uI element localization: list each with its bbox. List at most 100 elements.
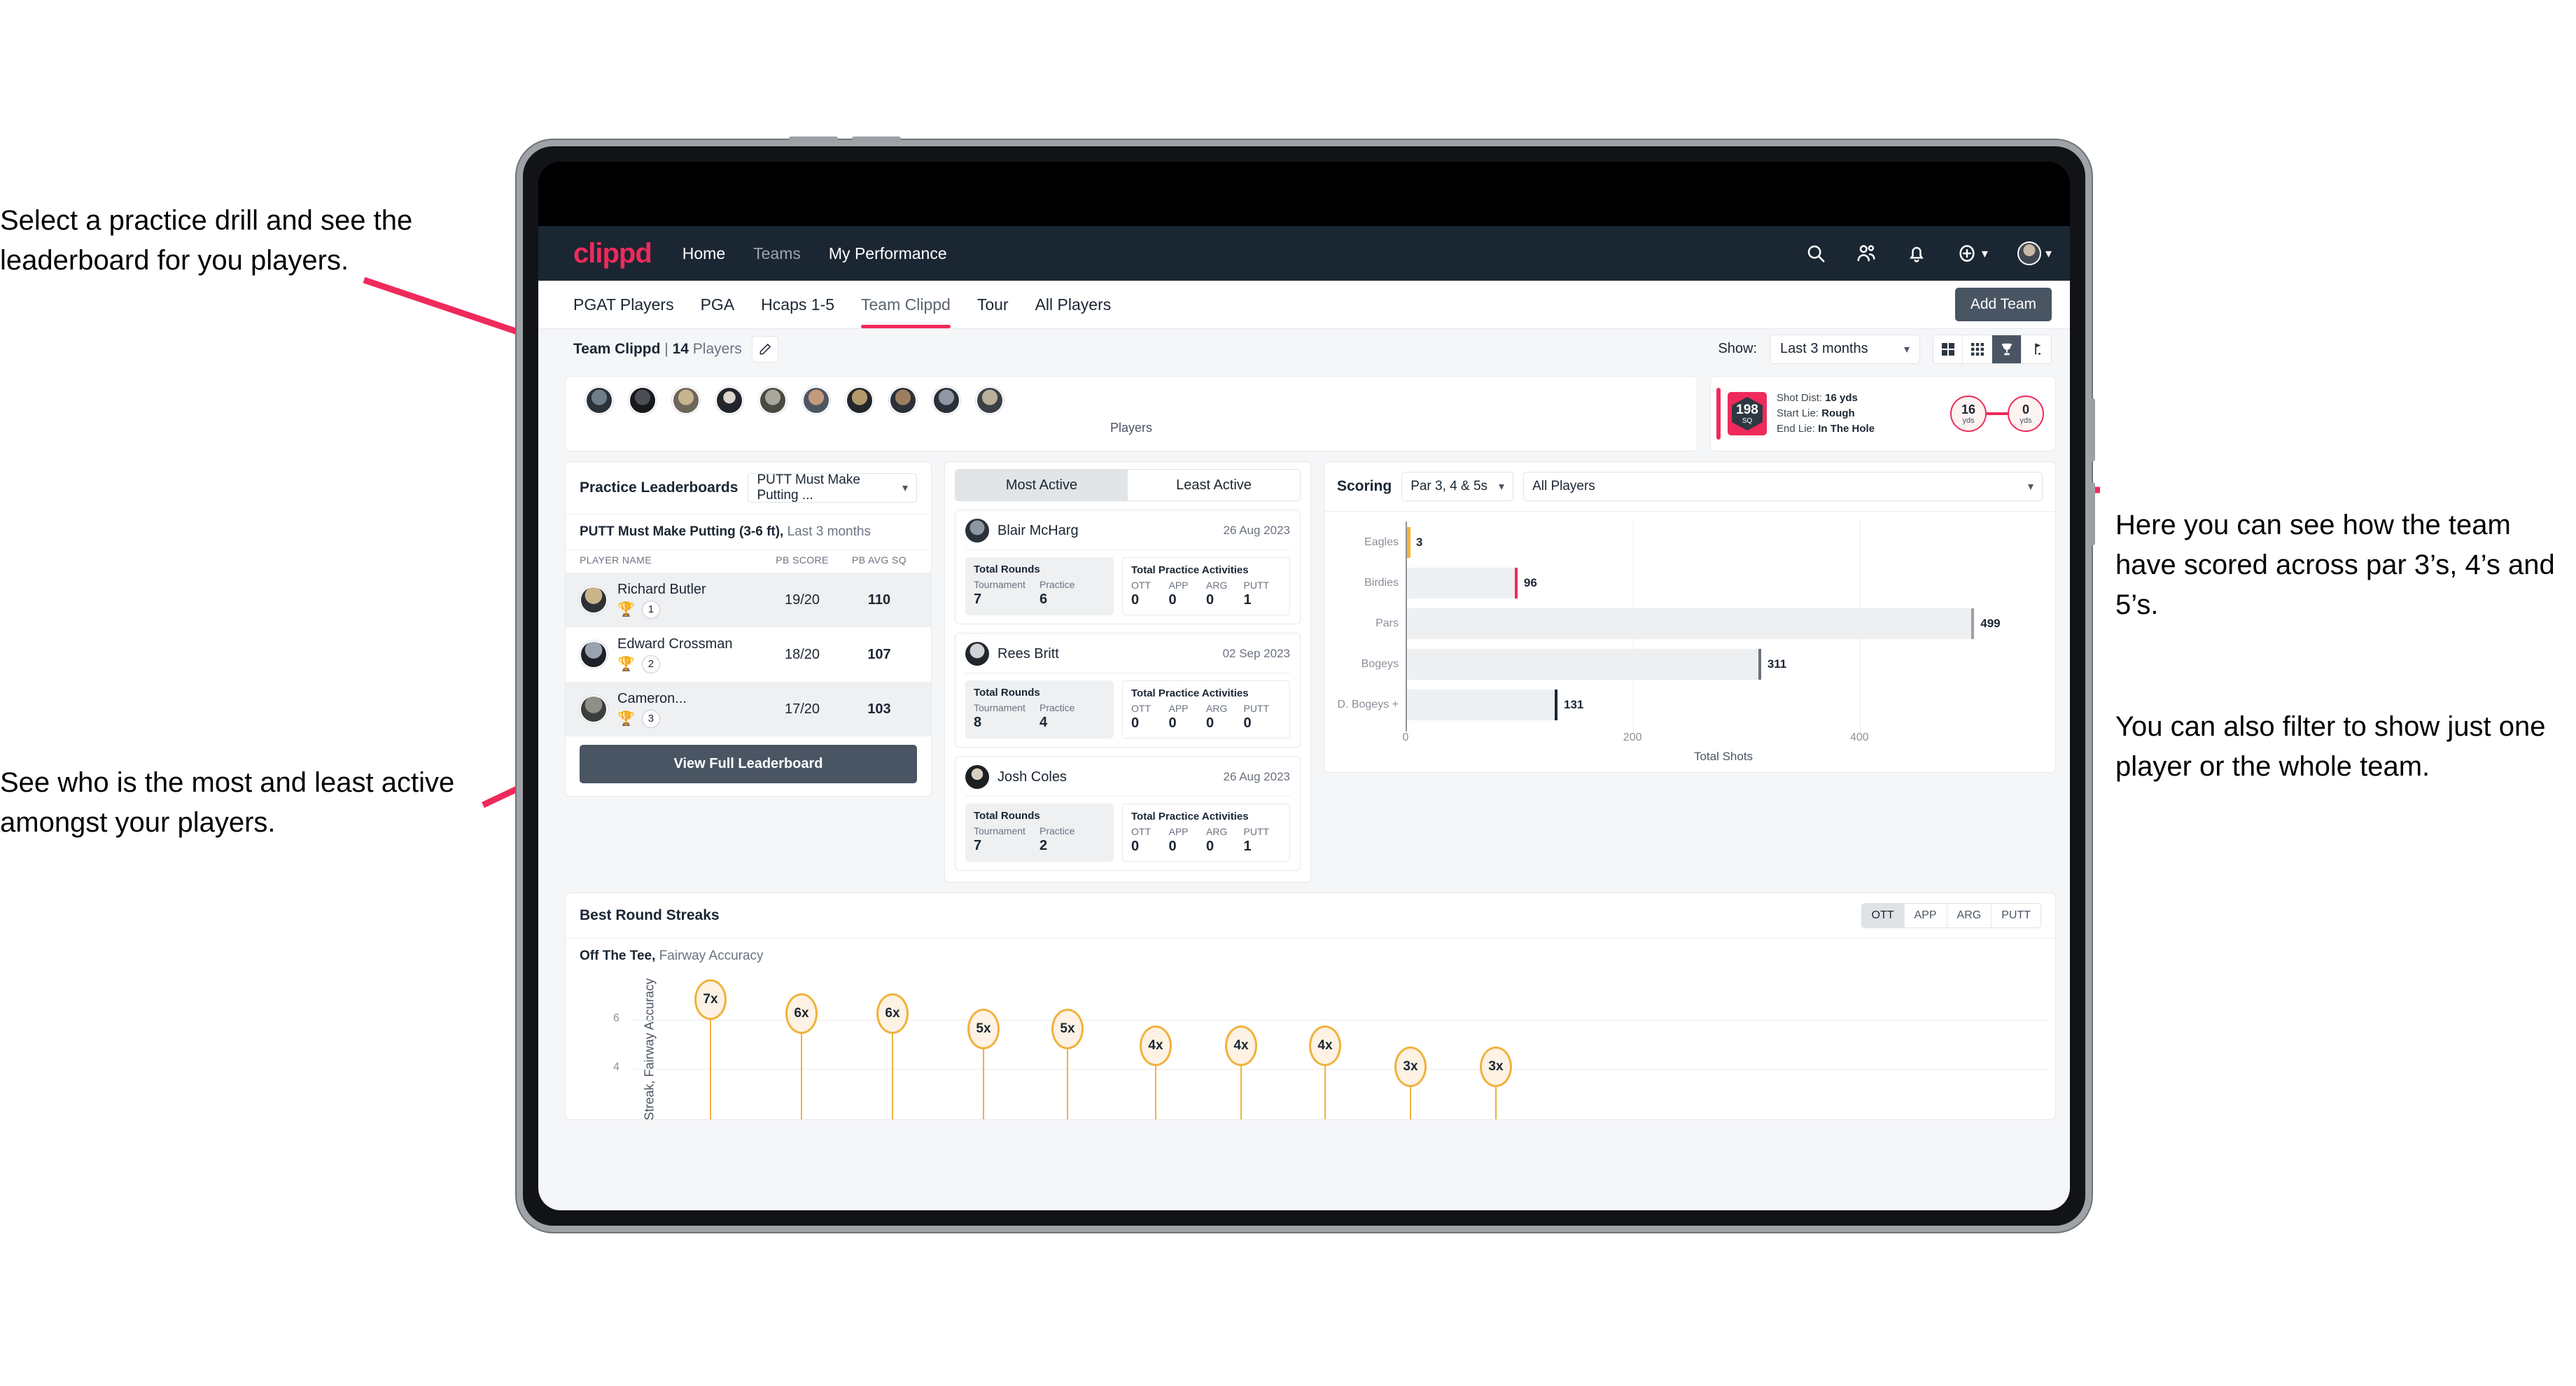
list-item[interactable]: Josh Coles 26 Aug 2023 Total Rounds Tour… <box>955 756 1301 871</box>
streak-marker[interactable]: 4x <box>1225 1026 1257 1119</box>
app-label: APP <box>1168 703 1189 714</box>
flag-view-button[interactable] <box>2022 335 2051 363</box>
add-team-button[interactable]: Add Team <box>1954 288 2052 321</box>
tab-least-active[interactable]: Least Active <box>1128 470 1300 500</box>
avatar[interactable] <box>976 386 1004 414</box>
avatar[interactable] <box>2017 241 2041 265</box>
segment-app[interactable]: APP <box>1905 904 1947 927</box>
leaderboard-player-cell: Cameron... 🏆 3 <box>617 691 763 728</box>
scoring-header: Scoring Par 3, 4 & 5s ▾ All Players ▾ <box>1324 462 2055 511</box>
avatar[interactable] <box>672 386 700 414</box>
streak-marker[interactable]: 4x <box>1309 1026 1341 1119</box>
avatar[interactable] <box>889 386 917 414</box>
avatar <box>965 642 989 666</box>
avatar[interactable] <box>932 386 960 414</box>
tab-pgat-players[interactable]: PGAT Players <box>573 281 674 328</box>
top-cards-row: Players 198 SQ Shot Dist: 16 yds Start L… <box>565 376 2056 451</box>
nav-link-teams[interactable]: Teams <box>753 244 801 263</box>
streak-marker[interactable]: 4x <box>1140 1026 1172 1119</box>
profile-menu[interactable]: ▾ <box>2017 241 2052 265</box>
chevron-down-icon[interactable]: ▾ <box>1982 246 1988 261</box>
players-avatar-list <box>566 382 1697 414</box>
bar-cap-double-bogeys <box>1555 690 1558 720</box>
scoring-title: Scoring <box>1337 478 1392 494</box>
list-item[interactable]: Rees Britt 02 Sep 2023 Total Rounds Tour… <box>955 633 1301 748</box>
total-activities-title: Total Practice Activities <box>1131 564 1249 576</box>
pb-score-value: 17/20 <box>784 701 820 717</box>
streak-marker[interactable]: 7x <box>694 979 727 1119</box>
avatar[interactable] <box>802 386 830 414</box>
list-item[interactable]: Blair McHarg 26 Aug 2023 Total Rounds To… <box>955 510 1301 624</box>
table-row[interactable]: Edward Crossman 🏆 2 18/20 107 <box>566 627 931 682</box>
chevron-down-icon: ▾ <box>2027 481 2033 493</box>
players-word: Players <box>692 340 742 357</box>
arg-stat: ARG 0 <box>1206 580 1244 608</box>
nav-link-my-performance[interactable]: My Performance <box>829 244 947 263</box>
streak-marker[interactable]: 5x <box>1051 1009 1084 1119</box>
player-name: Josh Coles <box>997 769 1067 785</box>
par-select[interactable]: Par 3, 4 & 5s ▾ <box>1401 472 1514 501</box>
segment-ott[interactable]: OTT <box>1861 904 1905 927</box>
table-row[interactable]: Richard Butler 🏆 1 19/20 110 <box>566 573 931 627</box>
chevron-down-icon[interactable]: ▾ <box>2045 246 2052 261</box>
avatar <box>965 765 989 789</box>
tab-most-active[interactable]: Most Active <box>955 470 1128 500</box>
par-select-value: Par 3, 4 & 5s <box>1410 479 1488 493</box>
bar-value-double-bogeys: 131 <box>1564 698 1584 711</box>
dots-grid-view-button[interactable] <box>1963 335 1992 363</box>
avatar[interactable] <box>759 386 787 414</box>
view-full-leaderboard-button[interactable]: View Full Leaderboard <box>580 745 917 783</box>
avatar[interactable] <box>585 386 613 414</box>
streaks-y-axis-title: Streak, Fairway Accuracy <box>642 978 657 1121</box>
avatar[interactable] <box>629 386 657 414</box>
table-row[interactable]: Cameron... 🏆 3 17/20 103 <box>566 682 931 736</box>
date-range-select[interactable]: Last 3 months ▾ <box>1770 334 1920 364</box>
add-menu[interactable]: ▾ <box>1956 243 1988 264</box>
scoring-x-ticks: 0 200 400 <box>1403 732 2041 750</box>
segment-arg[interactable]: ARG <box>1947 904 1992 927</box>
total-practice-activities-box: Total Practice Activities OTT 0 APP 0 ARG 0… <box>1122 804 1290 862</box>
players-select[interactable]: All Players ▾ <box>1523 472 2043 501</box>
edit-team-button[interactable] <box>751 335 778 363</box>
tab-all-players[interactable]: All Players <box>1035 281 1112 328</box>
streak-marker[interactable]: 6x <box>785 993 818 1119</box>
avatar <box>965 519 989 542</box>
grid-view-button[interactable] <box>1933 335 1963 363</box>
search-icon[interactable] <box>1805 243 1826 264</box>
pencil-icon <box>760 343 771 354</box>
trophy-view-button[interactable] <box>1992 335 2022 363</box>
segment-putt[interactable]: PUTT <box>1991 904 2040 927</box>
streak-marker[interactable]: 5x <box>967 1009 1000 1119</box>
total-activities-title: Total Practice Activities <box>1131 811 1249 822</box>
tournament-label: Tournament <box>974 579 1026 590</box>
app-stat: APP 0 <box>1169 826 1207 855</box>
putt-stat: PUTT 1 <box>1244 826 1282 855</box>
tab-tour[interactable]: Tour <box>977 281 1009 328</box>
avatar[interactable] <box>846 386 874 414</box>
streak-marker[interactable]: 6x <box>876 993 909 1119</box>
shot-detail-text: Shot Dist: 16 yds Start Lie: Rough End L… <box>1777 391 1875 436</box>
streak-marker[interactable]: 3x <box>1394 1046 1427 1119</box>
bar-pars <box>1407 608 1975 639</box>
streak-marker[interactable]: 3x <box>1480 1046 1512 1119</box>
tab-hcaps-1-5[interactable]: Hcaps 1-5 <box>761 281 834 328</box>
activity-stats: Total Rounds Tournament 7 Practice 6 Total… <box>965 557 1290 615</box>
practice-stat: Practice 6 <box>1040 579 1105 608</box>
start-lie-line: Start Lie: Rough <box>1777 406 1875 421</box>
activity-stats: Total Rounds Tournament 7 Practice 2 Total… <box>965 804 1290 862</box>
arg-value: 0 <box>1206 839 1214 854</box>
ott-value: 0 <box>1131 592 1140 608</box>
tab-pga[interactable]: PGA <box>701 281 735 328</box>
drill-select[interactable]: PUTT Must Make Putting ... ▾ <box>748 472 917 503</box>
avatar[interactable] <box>715 386 743 414</box>
shot-start-unit: yds <box>1962 416 1975 425</box>
bar-value-eagles: 3 <box>1415 536 1423 549</box>
clippd-logo[interactable]: clippd <box>573 238 652 270</box>
plus-circle-icon[interactable] <box>1956 243 1977 264</box>
bell-icon[interactable] <box>1906 243 1927 264</box>
tab-team-clippd[interactable]: Team Clippd <box>861 281 951 328</box>
app-stat: APP 0 <box>1169 580 1207 608</box>
people-icon[interactable] <box>1856 243 1877 264</box>
bar-value-pars: 499 <box>1980 617 2001 630</box>
nav-link-home[interactable]: Home <box>682 244 725 263</box>
